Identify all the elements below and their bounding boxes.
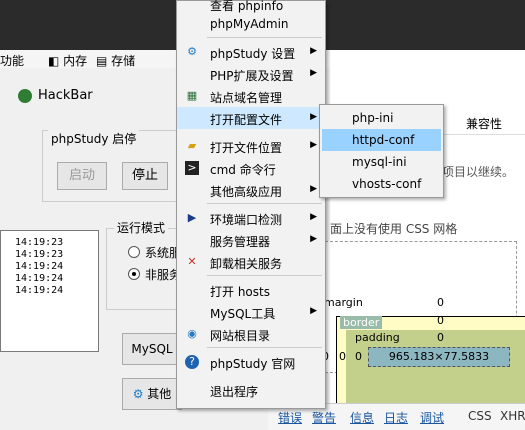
menu-item-phpmyadmin[interactable]: phpMyAdmin [177, 13, 325, 35]
chevron-right-icon: ▶ [310, 306, 317, 316]
menu-item-exit[interactable]: 退出程序 [177, 379, 325, 401]
stop-button[interactable]: 停止 [122, 162, 168, 190]
context-menu: 查看 phpinfo phpMyAdmin ⚙ phpStudy 设置 ▶ PHP扩… [176, 0, 326, 409]
menu-item-site-domain[interactable]: ▦ 站点域名管理 [177, 85, 325, 107]
menu-item-official-site[interactable]: ? phpStudy 官网 [177, 351, 325, 373]
log-line: 14:19:24 [15, 285, 64, 296]
config-submenu: php-ini httpd-conf mysql-ini vhosts-conf [319, 104, 444, 198]
filter-info[interactable]: 信息 [350, 409, 374, 426]
filter-xhr[interactable]: XHR [500, 409, 525, 423]
chevron-right-icon: ▶ [310, 112, 317, 122]
submenu-item-httpd-conf[interactable]: httpd-conf [322, 129, 441, 151]
folder-icon: ▰ [187, 139, 197, 152]
toolbar-item-function[interactable]: 功能 [0, 52, 24, 69]
menu-item-advanced[interactable]: 其他高级应用 ▶ [177, 179, 325, 201]
run-mode-title: 运行模式 [114, 219, 169, 236]
chevron-right-icon: ▶ [310, 184, 317, 194]
log-line: 14:19:24 [15, 261, 64, 272]
submenu-item-mysql-ini[interactable]: mysql-ini [322, 151, 441, 173]
border-left-value[interactable]: 0 [339, 350, 346, 363]
filter-warnings[interactable]: 警告 [312, 409, 336, 426]
log-line: 14:19:23 [15, 237, 64, 248]
tab-compatibility[interactable]: 兼容性 [466, 115, 502, 132]
gear-icon: ⚙ [187, 45, 197, 58]
padding-top-value[interactable]: 0 [437, 331, 444, 344]
box-model-content[interactable]: 965.183×77.5833 [368, 347, 510, 367]
menu-item-mysql-tools[interactable]: MySQL工具 ▶ [177, 301, 325, 323]
menu-item-cmd[interactable]: > cmd 命令行 [177, 157, 325, 179]
filter-logs[interactable]: 日志 [384, 409, 408, 426]
border-top-value[interactable]: 0 [437, 314, 444, 327]
start-button[interactable]: 启动 [57, 162, 107, 190]
filter-errors[interactable]: 错误 [278, 409, 302, 426]
submenu-item-vhosts-conf[interactable]: vhosts-conf [322, 173, 441, 195]
hackbar-icon [18, 89, 32, 103]
menu-separator [207, 347, 322, 348]
grid-note: 面上没有使用 CSS 网格 [330, 222, 458, 236]
menu-item-web-root[interactable]: ◉ 网站根目录 [177, 323, 325, 345]
menu-item-phpstudy-settings[interactable]: ⚙ phpStudy 设置 ▶ [177, 41, 325, 63]
toolbar-item-memory[interactable]: ◧ 内存 [48, 52, 87, 69]
menu-item-service-manager[interactable]: 服务管理器 ▶ [177, 229, 325, 251]
chevron-right-icon: ▶ [310, 234, 317, 244]
radio-system-service[interactable] [128, 246, 140, 258]
globe-icon: ◉ [187, 327, 197, 340]
border-label: border [340, 316, 383, 329]
site-icon: ▦ [186, 89, 198, 102]
other-button[interactable]: ⚙ 其他 [122, 378, 182, 410]
menu-item-open-file-location[interactable]: ▰ 打开文件位置 ▶ [177, 135, 325, 157]
menu-separator [207, 275, 322, 276]
chevron-right-icon: ▶ [310, 46, 317, 56]
help-icon: ? [185, 355, 199, 369]
margin-label: margin [324, 296, 363, 309]
padding-label: padding [355, 331, 400, 344]
menu-item-open-hosts[interactable]: 打开 hosts [177, 279, 325, 301]
menu-item-php-extensions[interactable]: PHP扩展及设置 ▶ [177, 63, 325, 85]
gear-icon: ⚙ [132, 387, 144, 401]
chevron-right-icon: ▶ [310, 68, 317, 78]
menu-separator [207, 203, 322, 204]
menu-item-port-check[interactable]: ▶ 环境端口检测 ▶ [177, 207, 325, 229]
log-line: 14:19:24 [15, 273, 64, 284]
filter-css[interactable]: CSS [468, 409, 492, 423]
toolbar-item-storage[interactable]: ▤ 存储 [96, 52, 135, 69]
radio-non-service[interactable] [128, 268, 140, 280]
menu-item-open-config[interactable]: 打开配置文件 ▶ [177, 107, 325, 129]
menu-separator [207, 37, 322, 38]
uninstall-icon: ✕ [187, 255, 197, 268]
log-line: 14:19:23 [15, 249, 64, 260]
filter-debug[interactable]: 调试 [420, 409, 444, 426]
padding-left-value[interactable]: 0 [355, 350, 362, 363]
hackbar-label[interactable]: HackBar [38, 88, 93, 103]
chevron-right-icon: ▶ [310, 212, 317, 222]
chevron-right-icon: ▶ [310, 140, 317, 150]
start-stop-group-title: phpStudy 启停 [48, 130, 140, 147]
margin-top-value[interactable]: 0 [437, 296, 444, 309]
submenu-item-php-ini[interactable]: php-ini [322, 107, 441, 129]
menu-item-uninstall-services[interactable]: ✕ 卸载相关服务 [177, 251, 325, 273]
log-list: 14:19:23 14:19:23 14:19:24 14:19:24 14:1… [0, 230, 99, 352]
mysql-button[interactable]: MySQL [122, 333, 182, 365]
play-icon: ▶ [187, 211, 197, 224]
cmd-icon: > [185, 161, 199, 175]
